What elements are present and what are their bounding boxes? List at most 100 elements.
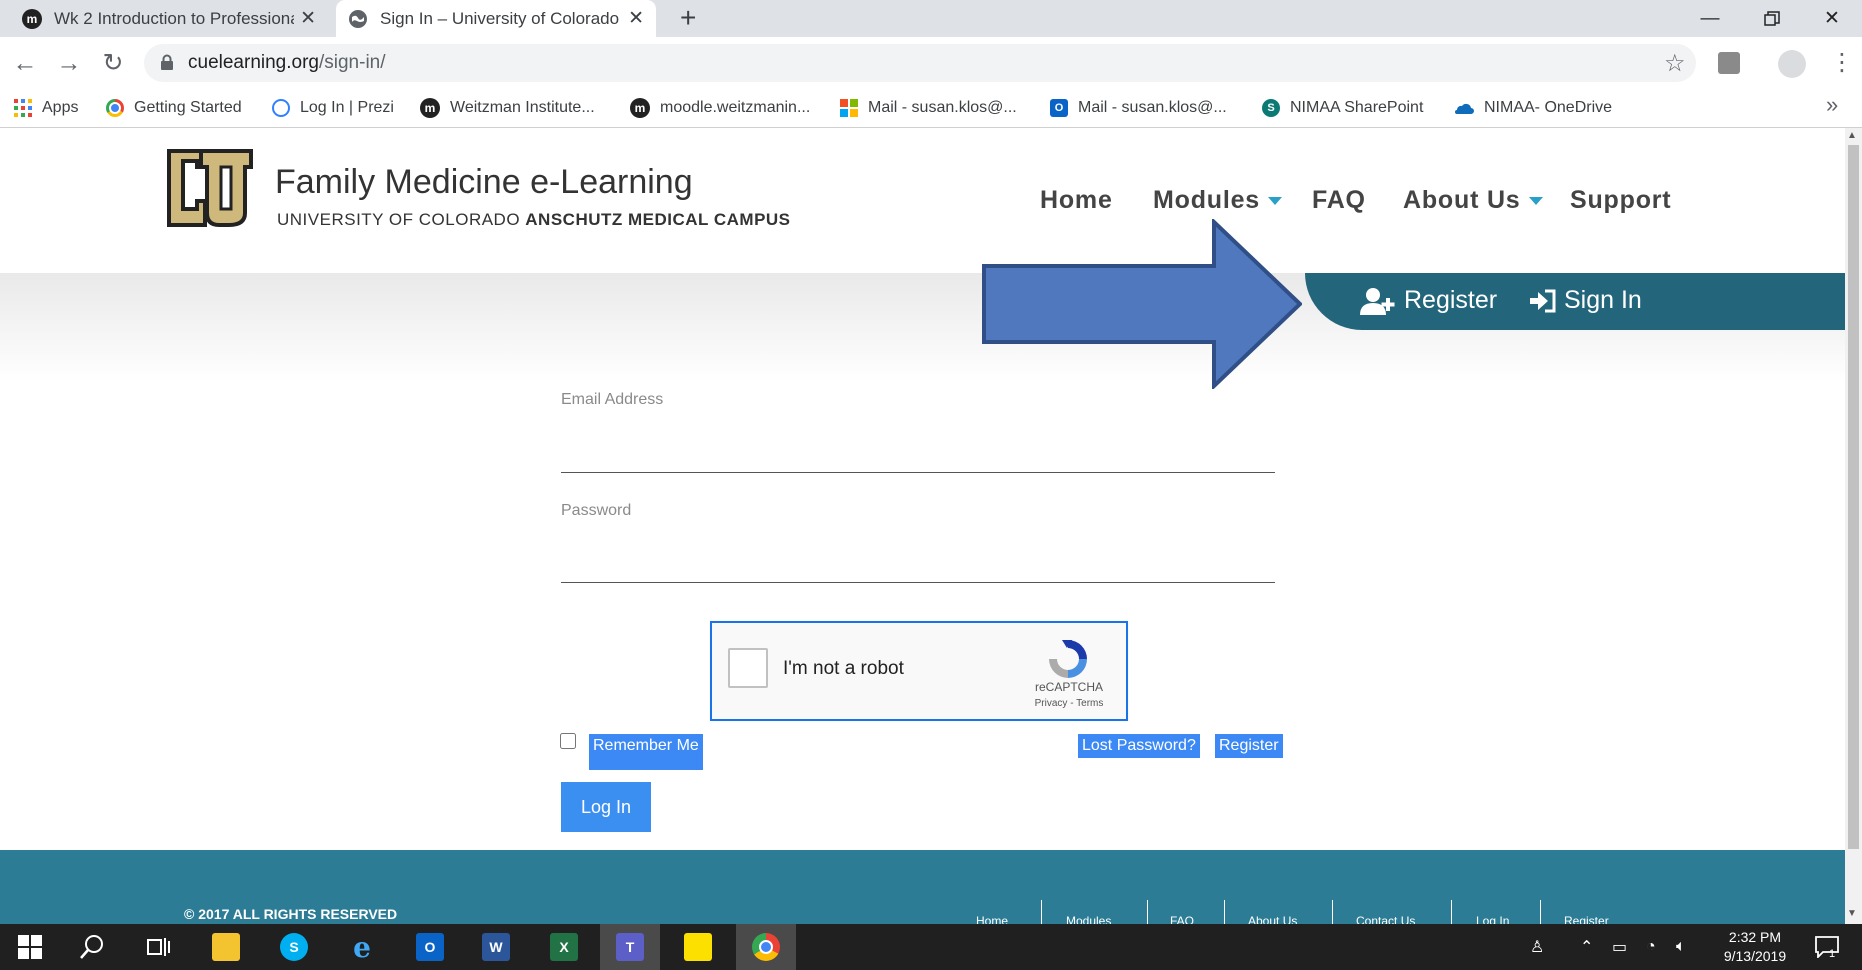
header-sign-in-label: Sign In	[1564, 286, 1642, 314]
excel-app-icon[interactable]: X	[534, 924, 594, 970]
email-input[interactable]	[561, 418, 1279, 470]
tab-moodle[interactable]: m Wk 2 Introduction to Professional ✕	[10, 0, 328, 37]
header-sign-in-link[interactable]: Sign In	[1530, 286, 1642, 315]
bookmark-label: Weitzman Institute...	[450, 99, 595, 116]
forward-arrow-icon[interactable]: →	[48, 37, 90, 89]
chevron-down-icon	[1528, 196, 1543, 205]
more-bookmarks-icon[interactable]: »	[1826, 92, 1838, 118]
windows-start-icon[interactable]	[0, 924, 60, 970]
bookmark-label: Log In | Prezi	[300, 99, 394, 116]
recaptcha-checkbox[interactable]	[728, 648, 768, 688]
password-input[interactable]	[561, 529, 1279, 581]
nav-support[interactable]: Support	[1570, 186, 1671, 215]
bookmark-apps[interactable]: Apps	[14, 94, 78, 122]
profile-avatar-icon[interactable]	[1778, 50, 1806, 78]
search-icon[interactable]	[62, 924, 122, 970]
acrobat-extension-icon[interactable]	[1718, 52, 1740, 74]
file-explorer-icon[interactable]	[196, 924, 256, 970]
word-app-icon[interactable]: W	[466, 924, 526, 970]
moodle-icon: m	[630, 98, 650, 118]
log-in-button[interactable]: Log In	[561, 782, 651, 832]
remember-me-checkbox[interactable]	[560, 733, 576, 749]
restore-icon[interactable]	[1740, 0, 1804, 37]
close-tab-icon[interactable]: ✕	[628, 7, 644, 30]
outlook-app-icon[interactable]: O	[400, 924, 460, 970]
minimize-icon[interactable]: —	[1678, 0, 1742, 37]
notifications-icon[interactable]: 1	[1815, 924, 1839, 970]
scroll-up-icon[interactable]: ▲	[1847, 130, 1857, 141]
moodle-icon: m	[22, 8, 42, 29]
sign-in-icon	[1530, 289, 1556, 312]
chrome-icon	[106, 99, 124, 117]
menu-kebab-icon[interactable]: ⋮	[1830, 48, 1854, 77]
footer-separator	[1540, 900, 1541, 924]
user-plus-icon	[1360, 287, 1395, 315]
sticky-notes-icon[interactable]	[668, 924, 728, 970]
lock-icon	[160, 54, 174, 76]
show-hidden-icons-chevron[interactable]: ⌃	[1580, 924, 1593, 970]
tab-sign-in[interactable]: Sign In – University of Colorado e ✕	[336, 0, 656, 37]
bookmark-prezi[interactable]: Log In | Prezi	[272, 94, 394, 122]
remember-me-label[interactable]: Remember Me	[589, 734, 703, 770]
bookmark-weitzman[interactable]: m Weitzman Institute...	[420, 94, 595, 122]
recaptcha-label: I'm not a robot	[783, 658, 904, 679]
nav-modules-label: Modules	[1153, 186, 1260, 214]
bookmark-onedrive[interactable]: NIMAA- OneDrive	[1452, 94, 1612, 122]
back-arrow-icon[interactable]: ←	[4, 37, 46, 89]
wifi-icon[interactable]: ◔	[1646, 924, 1656, 970]
lost-password-link[interactable]: Lost Password?	[1078, 734, 1200, 758]
recaptcha-privacy-terms[interactable]: Privacy - Terms	[1017, 698, 1121, 709]
people-icon[interactable]: ♙	[1530, 924, 1544, 970]
notification-count-badge: 1	[1829, 948, 1836, 960]
task-view-icon[interactable]	[128, 924, 188, 970]
nav-modules[interactable]: Modules	[1153, 186, 1282, 215]
annotation-arrow-icon	[982, 219, 1302, 389]
scrollbar-thumb[interactable]	[1848, 145, 1859, 849]
nav-support-label: Support	[1570, 186, 1672, 214]
email-label: Email Address	[561, 391, 664, 408]
bookmark-mail-outlook[interactable]: O Mail - susan.klos@...	[1050, 94, 1227, 122]
bookmark-sharepoint[interactable]: S NIMAA SharePoint	[1262, 94, 1423, 122]
close-tab-icon[interactable]: ✕	[300, 7, 316, 30]
form-register-link[interactable]: Register	[1215, 734, 1283, 758]
volume-icon[interactable]: 🔈︎	[1676, 924, 1686, 970]
reload-icon[interactable]: ↻	[92, 37, 134, 89]
taskbar-clock[interactable]: 2:32 PM 9/13/2019	[1700, 928, 1810, 966]
close-window-icon[interactable]: ✕	[1800, 0, 1862, 37]
cu-logo-icon[interactable]	[165, 147, 255, 234]
bookmark-label: NIMAA SharePoint	[1290, 99, 1424, 116]
new-tab-button[interactable]: +	[680, 2, 696, 34]
bookmark-getting-started[interactable]: Getting Started	[106, 94, 242, 122]
bookmark-label: Apps	[42, 99, 79, 116]
chrome-app-icon[interactable]	[736, 924, 796, 970]
clock-time: 2:32 PM	[1728, 929, 1782, 945]
outlook-icon: O	[1050, 99, 1068, 117]
site-logo-title[interactable]: Family Medicine e-Learning	[275, 163, 693, 202]
onedrive-icon	[1455, 103, 1474, 114]
site-logo-subtitle: UNIVERSITY OF COLORADO ANSCHUTZ MEDICAL …	[277, 210, 791, 229]
bookmark-star-icon[interactable]: ☆	[1664, 49, 1686, 78]
microsoft-icon	[840, 99, 858, 117]
moodle-icon: m	[420, 98, 440, 118]
bookmark-mail-microsoft[interactable]: Mail - susan.klos@...	[840, 94, 1017, 122]
nav-faq-label: FAQ	[1312, 186, 1366, 214]
footer-copyright: © 2017 ALL RIGHTS RESERVED	[184, 906, 398, 922]
url-text[interactable]: cuelearning.org/sign-in/	[188, 52, 386, 74]
teams-app-icon[interactable]: T	[600, 924, 660, 970]
battery-icon[interactable]: ▭	[1612, 924, 1627, 970]
nav-home[interactable]: Home	[1040, 186, 1113, 215]
globe-icon	[349, 9, 367, 28]
chevron-down-icon	[1268, 196, 1282, 205]
nav-about-us[interactable]: About Us	[1403, 186, 1543, 215]
scroll-down-icon[interactable]: ▼	[1847, 908, 1857, 919]
internet-explorer-icon[interactable]: e	[332, 924, 392, 970]
clock-date: 9/13/2019	[1723, 948, 1787, 964]
bookmark-moodle[interactable]: m moodle.weitzmanin...	[630, 94, 810, 122]
prezi-icon	[272, 99, 290, 117]
skype-icon[interactable]: S	[264, 924, 324, 970]
bookmark-label: NIMAA- OneDrive	[1484, 99, 1613, 116]
bookmark-label: Mail - susan.klos@...	[1078, 99, 1227, 116]
header-register-link[interactable]: Register	[1360, 286, 1497, 315]
footer-separator	[1041, 900, 1042, 924]
nav-faq[interactable]: FAQ	[1312, 186, 1366, 215]
